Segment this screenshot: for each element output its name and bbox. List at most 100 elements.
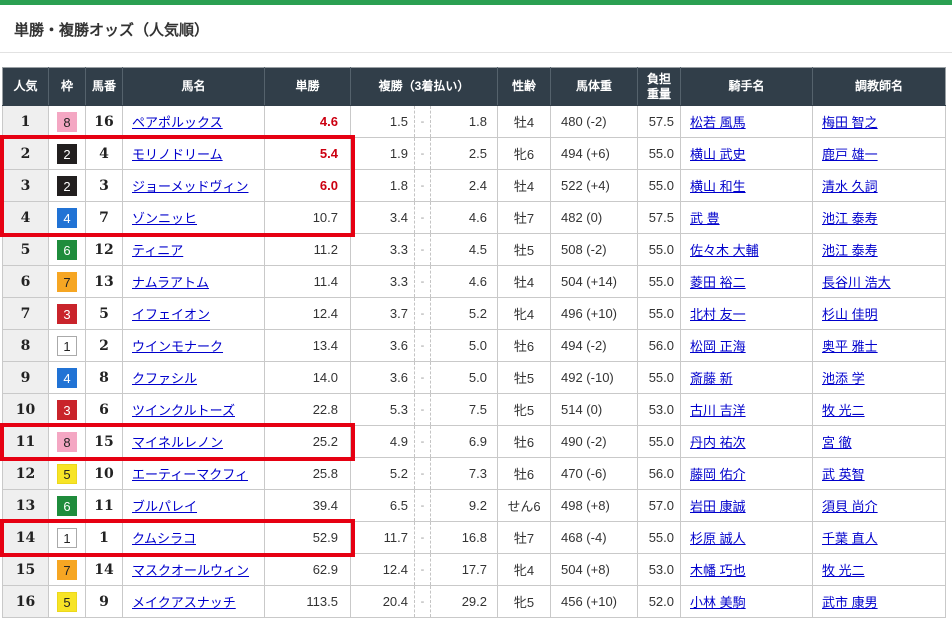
horse-weight-cell: 504 (+14) [551,266,638,298]
win-odds-cell: 62.9 [265,554,351,586]
impost-cell: 57.5 [638,202,681,234]
jockey-link[interactable]: 菱田 裕二 [690,275,746,290]
jockey-link[interactable]: 松岡 正海 [690,339,746,354]
trainer-link[interactable]: 牧 光二 [822,403,865,418]
horse-name-link[interactable]: イフェイオン [132,307,210,322]
place-odds-low-cell: 20.4 [351,586,415,618]
win-odds-cell: 5.4 [265,138,351,170]
horse-name-link[interactable]: ウインモナーク [132,339,223,354]
jockey-link[interactable]: 松若 風馬 [690,115,746,130]
trainer-link[interactable]: 千葉 直人 [822,531,878,546]
trainer-link[interactable]: 宮 徹 [822,435,852,450]
rank-cell: 14 [3,522,49,554]
jockey-link[interactable]: 佐々木 大輔 [690,243,759,258]
win-odds-cell: 52.9 [265,522,351,554]
horse-name-link[interactable]: モリノドリーム [132,147,223,162]
sex-age-cell: 牡4 [498,266,551,298]
jockey-cell: 北村 友一 [681,298,813,330]
horse-name-link[interactable]: エーティーマクフィ [132,467,248,482]
trainer-link[interactable]: 杉山 佳明 [822,307,878,322]
horse-name-link[interactable]: ジョーメッドヴィン [132,179,248,194]
frame-number-badge: 5 [57,464,77,484]
rank-cell: 6 [3,266,49,298]
trainer-link[interactable]: 武市 康男 [822,595,878,610]
trainer-cell: 牧 光二 [813,394,946,426]
rank-cell: 5 [3,234,49,266]
jockey-link[interactable]: 古川 吉洋 [690,403,746,418]
trainer-cell: 千葉 直人 [813,522,946,554]
jockey-link[interactable]: 武 豊 [690,211,720,226]
jockey-link[interactable]: 杉原 誠人 [690,531,746,546]
frame-number-badge: 4 [57,208,77,228]
trainer-cell: 梅田 智之 [813,106,946,138]
trainer-link[interactable]: 牧 光二 [822,563,865,578]
rank-cell: 7 [3,298,49,330]
win-odds-cell: 25.2 [265,426,351,458]
jockey-link[interactable]: 横山 和生 [690,179,746,194]
place-odds-high-cell: 17.7 [431,554,498,586]
jockey-link[interactable]: 北村 友一 [690,307,746,322]
trainer-link[interactable]: 梅田 智之 [822,115,878,130]
horse-name-link[interactable]: クムシラコ [132,531,196,546]
horse-name-link[interactable]: ツインクルトーズ [132,403,235,418]
trainer-link[interactable]: 池添 学 [822,371,865,386]
horse-number-cell: 3 [86,170,123,202]
horse-name-link[interactable]: ティニア [132,243,183,258]
rank-cell: 1 [3,106,49,138]
impost-cell: 55.0 [638,266,681,298]
trainer-link[interactable]: 長谷川 浩大 [822,275,891,290]
header-jockey: 騎手名 [681,68,813,106]
place-odds-separator: - [415,458,431,490]
frame-cell: 5 [49,458,86,490]
trainer-cell: 牧 光二 [813,554,946,586]
horse-name-link[interactable]: メイクアスナッチ [132,595,236,610]
horse-name-link[interactable]: ブルパレイ [132,499,197,514]
trainer-link[interactable]: 武 英智 [822,467,865,482]
jockey-cell: 松岡 正海 [681,330,813,362]
frame-number-badge: 7 [57,272,77,292]
rank-cell: 9 [3,362,49,394]
trainer-link[interactable]: 清水 久詞 [822,179,878,194]
jockey-link[interactable]: 木幡 巧也 [690,563,746,578]
trainer-link[interactable]: 須貝 尚介 [822,499,878,514]
place-odds-high-cell: 5.2 [431,298,498,330]
impost-cell: 55.0 [638,522,681,554]
horse-weight-cell: 522 (+4) [551,170,638,202]
rank-cell: 8 [3,330,49,362]
horse-number-cell: 11 [86,490,123,522]
horse-name-link[interactable]: ゾンニッヒ [132,211,197,226]
sex-age-cell: 牡4 [498,106,551,138]
table-row: 1659メイクアスナッチ113.520.4-29.2牝5456 (+10)52.… [3,586,946,618]
place-odds-low-cell: 3.7 [351,298,415,330]
jockey-link[interactable]: 丹内 祐次 [690,435,746,450]
jockey-link[interactable]: 岩田 康誠 [690,499,746,514]
sex-age-cell: 牡6 [498,330,551,362]
horse-name-link[interactable]: マスクオールウィン [132,563,249,578]
trainer-cell: 須貝 尚介 [813,490,946,522]
horse-number-cell: 10 [86,458,123,490]
horse-name-cell: ペアポルックス [123,106,265,138]
table-row: 6713ナムラアトム11.43.3-4.6牡4504 (+14)55.0菱田 裕… [3,266,946,298]
horse-name-link[interactable]: ペアポルックス [132,115,223,130]
jockey-link[interactable]: 藤岡 佑介 [690,467,746,482]
horse-name-cell: ナムラアトム [123,266,265,298]
horse-name-link[interactable]: クファシル [132,371,197,386]
trainer-link[interactable]: 鹿戸 雄一 [822,147,878,162]
jockey-link[interactable]: 斎藤 新 [690,371,733,386]
place-odds-low-cell: 3.3 [351,234,415,266]
trainer-link[interactable]: 奥平 雅士 [822,339,878,354]
place-odds-low-cell: 11.7 [351,522,415,554]
horse-name-cell: ツインクルトーズ [123,394,265,426]
trainer-cell: 武 英智 [813,458,946,490]
trainer-link[interactable]: 池江 泰寿 [822,243,878,258]
jockey-link[interactable]: 横山 武史 [690,147,746,162]
trainer-link[interactable]: 池江 泰寿 [822,211,878,226]
sex-age-cell: 牝5 [498,394,551,426]
horse-name-link[interactable]: マイネルレノン [132,435,223,450]
jockey-cell: 岩田 康誠 [681,490,813,522]
jockey-cell: 佐々木 大輔 [681,234,813,266]
horse-name-link[interactable]: ナムラアトム [132,275,209,290]
jockey-link[interactable]: 小林 美駒 [690,595,746,610]
horse-number-cell: 8 [86,362,123,394]
place-odds-high-cell: 7.5 [431,394,498,426]
